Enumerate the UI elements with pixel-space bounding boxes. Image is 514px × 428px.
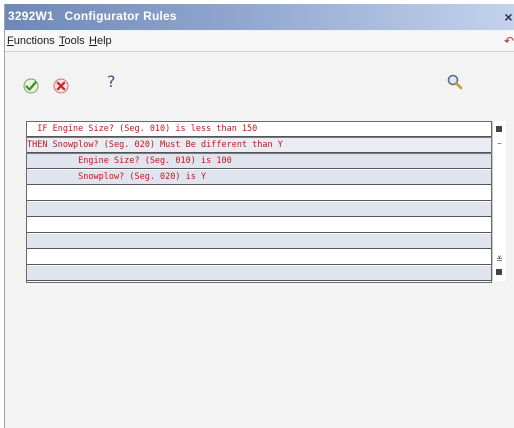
close-icon[interactable]: × — [502, 10, 514, 24]
rule-row[interactable] — [27, 202, 491, 217]
cancel-icon[interactable] — [51, 76, 71, 96]
scroll-down-icon[interactable]: ≚ — [495, 255, 504, 264]
rules-grid: IF Engine Size? (Seg. 010) is less than … — [26, 121, 492, 283]
return-arrow-icon[interactable]: ↶ — [504, 34, 514, 48]
window-title: 3292W1 Configurator Rules — [8, 9, 177, 23]
help-icon[interactable]: ? — [107, 72, 116, 91]
scroll-up-icon[interactable]: − — [495, 139, 504, 148]
rule-row[interactable]: THEN Snowplow? (Seg. 020) Must Be differ… — [26, 137, 492, 154]
rule-row[interactable]: Snowplow? (Seg. 020) is Y — [27, 170, 491, 185]
rule-row[interactable] — [27, 234, 491, 249]
scroll-bottom-marker[interactable] — [496, 269, 502, 275]
menu-tools-label: ools — [64, 35, 85, 47]
check-icon[interactable] — [21, 76, 41, 96]
menu-help[interactable]: Help — [89, 35, 112, 47]
rule-row[interactable]: Engine Size? (Seg. 010) is 100 — [27, 154, 491, 169]
rule-row[interactable] — [27, 266, 491, 281]
scroll-top-marker[interactable] — [496, 126, 502, 132]
title-bar[interactable]: 3292W1 Configurator Rules × — [5, 4, 514, 30]
menu-functions[interactable]: Functions — [7, 35, 55, 47]
rule-row[interactable] — [27, 250, 491, 265]
configurator-rules-window: 3292W1 Configurator Rules × Functions To… — [4, 4, 514, 428]
menu-functions-label: unctions — [13, 35, 55, 47]
vertical-scrollbar[interactable]: − ≚ — [492, 121, 506, 281]
rule-row[interactable] — [27, 186, 491, 201]
menu-help-label: elp — [96, 35, 112, 47]
toolbar: ? — [5, 52, 514, 112]
magnifier-icon[interactable] — [445, 72, 465, 92]
rule-row[interactable]: IF Engine Size? (Seg. 010) is less than … — [27, 122, 491, 137]
menu-bar: Functions Tools Help ↶ — [5, 31, 514, 52]
menu-tools[interactable]: Tools — [59, 35, 85, 47]
rule-row[interactable] — [27, 218, 491, 233]
